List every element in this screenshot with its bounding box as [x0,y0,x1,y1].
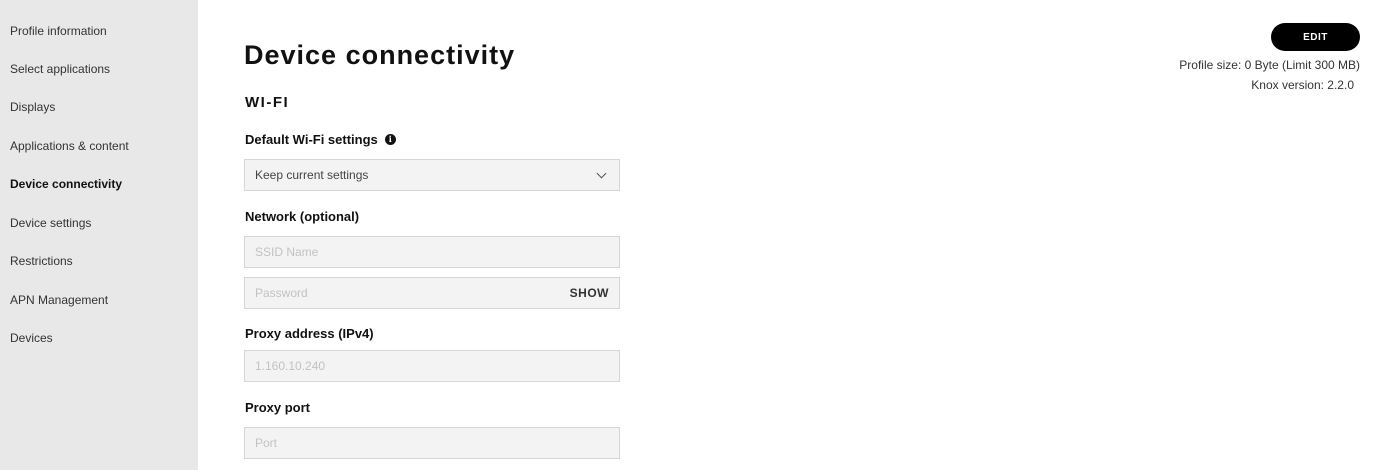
sidebar-item-restrictions[interactable]: Restrictions [10,254,73,268]
password-input[interactable] [255,286,562,300]
sidebar-item-device-connectivity[interactable]: Device connectivity [10,177,122,191]
proxy-address-label: Proxy address (IPv4) [245,326,374,341]
chevron-down-icon [596,168,607,178]
proxy-address-field-wrapper [244,350,620,382]
main-content: Device connectivity WI-FI Default Wi-Fi … [198,0,1381,470]
edit-button[interactable]: EDIT [1271,23,1360,51]
default-wifi-settings-label: Default Wi-Fi settings i [245,132,396,147]
default-wifi-settings-value: Keep current settings [255,168,369,182]
sidebar-item-device-settings[interactable]: Device settings [10,216,91,230]
knox-version-text: Knox version: 2.2.0 [1251,78,1354,92]
proxy-port-field-wrapper [244,427,620,459]
page-title: Device connectivity [244,40,516,70]
default-wifi-settings-select[interactable]: Keep current settings [244,159,620,191]
sidebar-item-select-applications[interactable]: Select applications [10,62,110,76]
network-label: Network (optional) [245,209,360,224]
sidebar-item-devices[interactable]: Devices [10,331,53,345]
sidebar-item-profile-information[interactable]: Profile information [10,24,107,38]
proxy-port-input[interactable] [255,436,609,450]
ssid-input[interactable] [255,245,609,259]
sidebar-item-displays[interactable]: Displays [10,100,55,114]
section-title-wifi: WI-FI [245,94,290,111]
show-password-button[interactable]: SHOW [570,286,609,300]
info-icon[interactable]: i [384,134,396,145]
sidebar: Profile information Select applications … [0,0,198,470]
sidebar-item-apn-management[interactable]: APN Management [10,293,108,307]
profile-size-text: Profile size: 0 Byte (Limit 300 MB) [1179,58,1360,72]
default-wifi-settings-text: Default Wi-Fi settings [245,132,378,147]
sidebar-item-applications-content[interactable]: Applications & content [10,139,129,153]
proxy-address-input[interactable] [255,359,609,373]
ssid-field-wrapper [244,236,620,268]
proxy-port-label: Proxy port [245,400,311,415]
password-field-wrapper: SHOW [244,277,620,309]
